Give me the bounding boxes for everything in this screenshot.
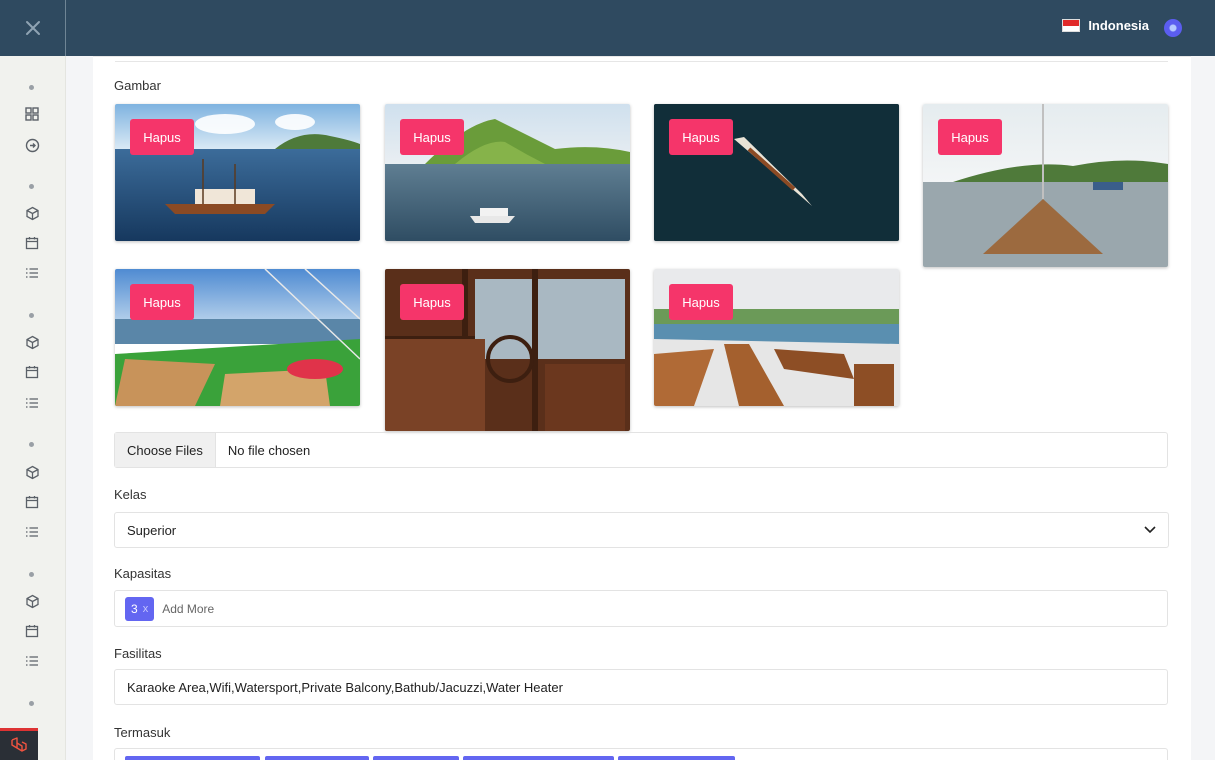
kapasitas-tag: 3 x	[125, 596, 155, 621]
delete-image-button[interactable]: Hapus	[938, 119, 1002, 155]
termasuk-tag[interactable]	[265, 756, 369, 760]
sidebar-section-dot	[29, 184, 34, 189]
fasilitas-value: Karaoke Area,Wifi,Watersport,Private Bal…	[127, 679, 563, 695]
delete-image-button[interactable]: Hapus	[400, 284, 464, 320]
image-thumb-boat-bow: Hapus	[923, 104, 1168, 267]
sidebar-section-dot	[29, 701, 34, 706]
sidebar	[0, 56, 66, 760]
cube-icon[interactable]	[23, 204, 41, 222]
fasilitas-label: Fasilitas	[114, 646, 162, 661]
image-thumb-dining-deck: Hapus	[654, 269, 899, 406]
language-label: Indonesia	[1088, 18, 1149, 33]
list-icon[interactable]	[23, 394, 41, 412]
user-avatar-icon[interactable]	[1164, 19, 1182, 37]
cube-icon[interactable]	[23, 463, 41, 481]
calendar-icon[interactable]	[23, 622, 41, 640]
laravel-logo-icon[interactable]	[0, 728, 38, 760]
delete-image-button[interactable]: Hapus	[669, 119, 733, 155]
list-icon[interactable]	[23, 523, 41, 541]
chevron-down-icon	[1144, 526, 1156, 534]
gambar-label: Gambar	[114, 78, 161, 93]
close-icon	[25, 21, 40, 35]
dashboard-icon[interactable]	[23, 105, 41, 123]
termasuk-tag-input[interactable]	[114, 748, 1168, 760]
kapasitas-tag-input[interactable]: 3 x Add More	[114, 590, 1168, 627]
sidebar-section-dot	[29, 313, 34, 318]
termasuk-tag[interactable]	[125, 756, 260, 760]
kapasitas-tag-value: 3	[131, 601, 138, 616]
sidebar-section-dot	[29, 85, 34, 90]
delete-image-button[interactable]: Hapus	[669, 284, 733, 320]
top-bar: Indonesia	[0, 0, 1215, 56]
cube-icon[interactable]	[23, 333, 41, 351]
kapasitas-label: Kapasitas	[114, 566, 172, 581]
calendar-icon[interactable]	[23, 493, 41, 511]
image-thumb-wheelhouse: Hapus	[385, 269, 630, 431]
close-sidebar-button[interactable]	[0, 0, 66, 56]
list-icon[interactable]	[23, 264, 41, 282]
calendar-icon[interactable]	[23, 234, 41, 252]
termasuk-tag[interactable]	[373, 756, 459, 760]
sidebar-section-dot	[29, 442, 34, 447]
image-thumb-aerial-boat: Hapus	[654, 104, 899, 241]
kelas-select[interactable]: Superior	[114, 512, 1169, 548]
arrow-circle-icon[interactable]	[23, 136, 41, 154]
calendar-icon[interactable]	[23, 363, 41, 381]
image-thumb-sundeck: Hapus	[115, 269, 360, 406]
sidebar-section-dot	[29, 572, 34, 577]
termasuk-tag[interactable]	[618, 756, 735, 760]
kelas-label: Kelas	[114, 487, 147, 502]
image-thumb-boat-at-sea: Hapus	[115, 104, 360, 241]
form-card: Gambar Hapus Hapus Hapus Hapus Hapus Hap…	[93, 56, 1191, 760]
image-thumb-boat-near-hills: Hapus	[385, 104, 630, 241]
cube-icon[interactable]	[23, 592, 41, 610]
remove-tag-icon[interactable]: x	[143, 603, 149, 615]
termasuk-tag[interactable]	[463, 756, 614, 760]
delete-image-button[interactable]: Hapus	[400, 119, 464, 155]
file-status-text: No file chosen	[227, 442, 311, 458]
divider	[115, 61, 1168, 62]
delete-image-button[interactable]: Hapus	[130, 119, 194, 155]
termasuk-label: Termasuk	[114, 725, 171, 740]
choose-files-button[interactable]: Choose Files	[115, 433, 216, 467]
kelas-selected-value: Superior	[127, 522, 177, 538]
image-file-input[interactable]: Choose Files No file chosen	[114, 432, 1168, 468]
language-selector[interactable]: Indonesia	[1062, 18, 1149, 33]
list-icon[interactable]	[23, 652, 41, 670]
add-more-placeholder[interactable]: Add More	[162, 602, 214, 616]
fasilitas-input[interactable]: Karaoke Area,Wifi,Watersport,Private Bal…	[114, 669, 1168, 705]
indonesia-flag-icon	[1062, 19, 1081, 32]
delete-image-button[interactable]: Hapus	[130, 284, 194, 320]
